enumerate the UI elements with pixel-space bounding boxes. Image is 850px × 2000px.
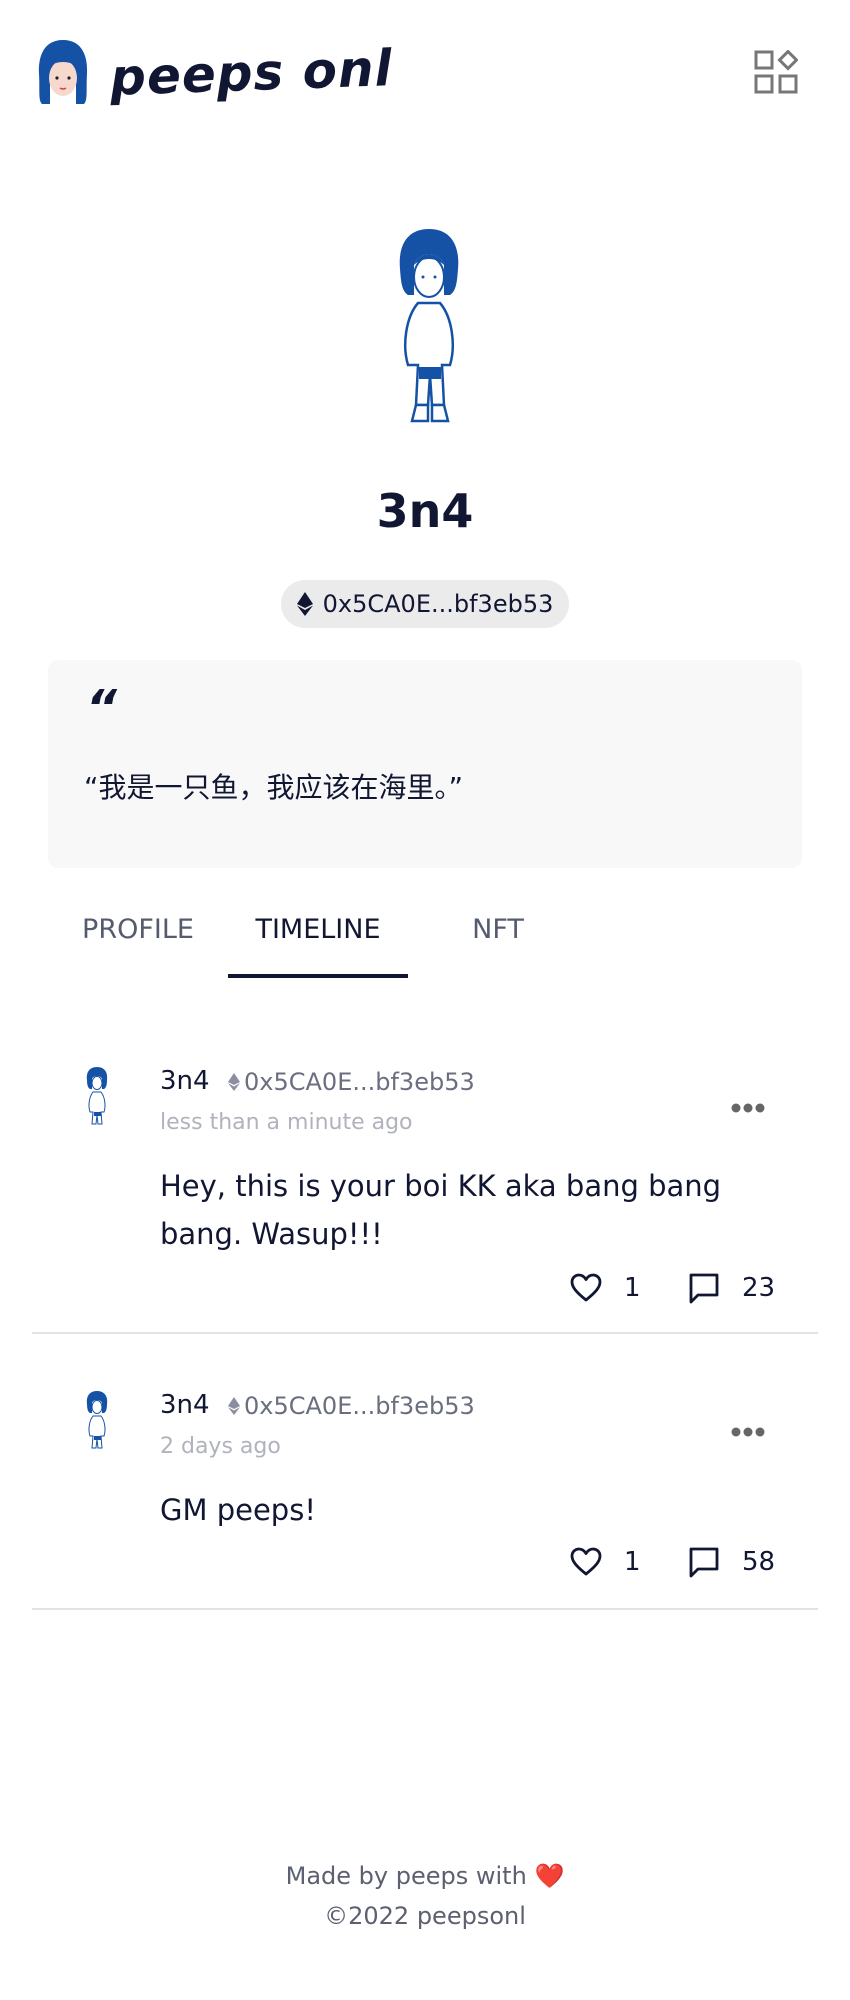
post-author-name[interactable]: 3n4 xyxy=(160,1066,210,1096)
like-button[interactable]: 1 xyxy=(570,1272,641,1304)
post-author-avatar[interactable] xyxy=(82,1066,112,1128)
ethereum-icon xyxy=(228,1397,240,1415)
tab-timeline[interactable]: TIMELINE xyxy=(228,914,408,945)
post-timestamp: 2 days ago xyxy=(160,1434,281,1459)
comment-button[interactable]: 58 xyxy=(688,1546,775,1578)
more-options-icon[interactable] xyxy=(730,1102,766,1114)
bio-text: “我是一只鱼，我应该在海里。” xyxy=(84,771,464,804)
tab-nft[interactable]: NFT xyxy=(408,914,588,945)
heart-emoji-icon: ❤️ xyxy=(534,1862,565,1890)
apps-grid-icon[interactable] xyxy=(754,50,798,94)
heart-icon xyxy=(570,1547,602,1576)
ethereum-icon xyxy=(296,592,313,616)
comment-icon xyxy=(689,1273,719,1304)
footer-copyright: ©2022 peepsonl xyxy=(324,1902,526,1930)
more-options-icon[interactable] xyxy=(730,1426,766,1438)
post-author-address[interactable]: 0x5CA0E...bf3eb53 xyxy=(228,1068,475,1096)
timeline-post: 3n4 0x5CA0E...bf3eb53 2 days ago GM peep… xyxy=(32,1390,818,1610)
like-count: 1 xyxy=(624,1273,641,1303)
timeline-post: 3n4 0x5CA0E...bf3eb53 less than a minute… xyxy=(32,1066,818,1334)
comment-count: 23 xyxy=(742,1273,776,1303)
logo-avatar-icon[interactable] xyxy=(34,38,92,108)
comment-icon xyxy=(689,1547,719,1578)
wallet-address-text: 0x5CA0E...bf3eb53 xyxy=(322,590,554,618)
post-timestamp: less than a minute ago xyxy=(160,1110,413,1135)
post-body-text: GM peeps! xyxy=(160,1493,316,1527)
post-author-name[interactable]: 3n4 xyxy=(160,1390,210,1420)
profile-tabs: PROFILE TIMELINE NFT xyxy=(48,900,802,980)
heart-icon xyxy=(570,1273,602,1302)
brand-logo-text[interactable]: peeps onl xyxy=(109,39,394,107)
post-address-text: 0x5CA0E...bf3eb53 xyxy=(244,1068,475,1096)
post-author-avatar[interactable] xyxy=(82,1390,112,1452)
bio-quote-card: “ “我是一只鱼，我应该在海里。” xyxy=(48,660,802,868)
quote-mark-icon: “ xyxy=(86,680,117,736)
profile-avatar xyxy=(399,229,459,423)
footer-made-by-text: Made by peeps with xyxy=(285,1862,527,1890)
like-count: 1 xyxy=(624,1547,641,1577)
ethereum-icon xyxy=(228,1073,240,1091)
header: peeps onl xyxy=(0,0,850,150)
active-tab-indicator xyxy=(228,974,408,978)
wallet-address-pill[interactable]: 0x5CA0E...bf3eb53 xyxy=(281,580,569,628)
footer-made-by: Made by peeps with ❤️ xyxy=(0,1862,850,1890)
post-body-text: Hey, this is your boi KK aka bang bang b… xyxy=(160,1169,722,1251)
like-button[interactable]: 1 xyxy=(570,1546,641,1578)
profile-username: 3n4 xyxy=(376,484,474,538)
post-author-address[interactable]: 0x5CA0E...bf3eb53 xyxy=(228,1392,475,1420)
post-address-text: 0x5CA0E...bf3eb53 xyxy=(244,1392,475,1420)
comment-button[interactable]: 23 xyxy=(688,1272,775,1304)
comment-count: 58 xyxy=(742,1547,776,1577)
tab-profile[interactable]: PROFILE xyxy=(48,914,228,945)
